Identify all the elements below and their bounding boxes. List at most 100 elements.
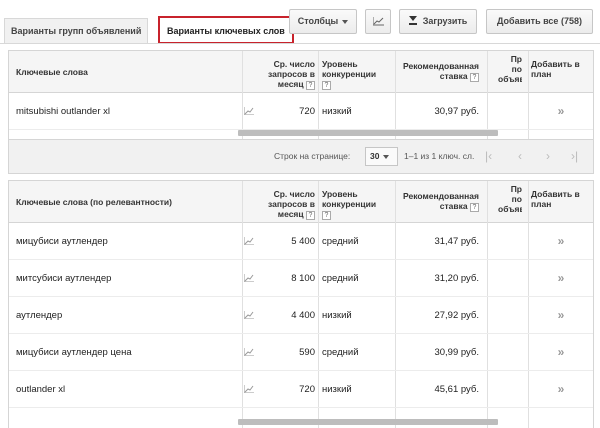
- trend-chart-icon[interactable]: [242, 223, 256, 260]
- column-header-share-line2: по: [511, 64, 522, 74]
- top-bar: Варианты групп объявлений Варианты ключе…: [0, 0, 600, 46]
- trend-chart-icon[interactable]: [242, 334, 256, 371]
- tab-ad-group-ideas[interactable]: Варианты групп объявлений: [4, 18, 149, 44]
- chevron-down-icon: [383, 154, 390, 159]
- table-row[interactable]: мицубиси аутлендер 5 400 средний 31,47 р…: [9, 223, 593, 260]
- horizontal-scrollbar[interactable]: [238, 419, 498, 425]
- column-header-add-line1: Добавить в: [531, 59, 580, 69]
- column-header-competition-line2: конкуренции: [322, 199, 377, 209]
- table-row[interactable]: mitsubishi outlander xl 720 низкий 30,97…: [9, 93, 593, 130]
- help-icon[interactable]: ?: [306, 211, 315, 220]
- pagination-range: 1–1 из 1 ключ. сл.: [404, 151, 475, 161]
- keyword-cell: outlander xl: [16, 384, 66, 395]
- table-header: Ключевые слова (по релевантности) Ср. чи…: [9, 181, 593, 226]
- horizontal-scrollbar[interactable]: [238, 130, 498, 136]
- add-all-button[interactable]: Добавить все (758): [486, 9, 593, 34]
- competition-cell: средний: [322, 347, 359, 358]
- volume-cell: 4 400: [291, 310, 315, 321]
- add-to-plan-button[interactable]: »: [549, 223, 573, 260]
- tab-keyword-ideas[interactable]: Варианты ключевых слов: [158, 16, 294, 44]
- table-row[interactable]: митсубиси аутлендер 8 100 средний 31,20 …: [9, 260, 593, 297]
- rows-per-page-value: 30: [370, 151, 380, 161]
- next-page-button[interactable]: ›: [546, 149, 550, 163]
- trend-chart-icon[interactable]: [242, 93, 256, 130]
- column-header-ad-impression-share[interactable]: Пр по объявле: [498, 184, 522, 226]
- column-header-bid-text: ставка: [439, 71, 468, 81]
- column-header-bid-line1: Рекомендованная: [403, 191, 479, 201]
- table-row[interactable]: мицубиси аутлендер цена 590 средний 30,9…: [9, 334, 593, 371]
- column-header-volume-line2: запросов в: [268, 199, 315, 209]
- column-header-competition-line2: конкуренции: [322, 69, 376, 79]
- column-header-competition-line1: Уровень: [322, 59, 358, 69]
- help-icon[interactable]: ?: [322, 211, 331, 220]
- keyword-cell: мицубиси аутлендер: [16, 236, 108, 247]
- competition-cell: низкий: [322, 106, 352, 117]
- help-icon[interactable]: ?: [470, 73, 479, 82]
- column-header-volume-text: месяц: [277, 79, 304, 89]
- competition-cell: средний: [322, 273, 359, 284]
- tab-divider: [0, 43, 600, 44]
- column-header-add-line2: план: [531, 69, 552, 79]
- keyword-cell: митсубиси аутлендер: [16, 273, 112, 284]
- trend-chart-icon: [372, 17, 384, 26]
- add-to-plan-button[interactable]: »: [549, 260, 573, 297]
- add-to-plan-button[interactable]: »: [549, 371, 573, 408]
- keyword-table-ideas: Ключевые слова (по релевантности) Ср. чи…: [8, 180, 594, 428]
- column-header-volume-line2: запросов в: [268, 69, 315, 79]
- last-page-button[interactable]: ›|: [571, 149, 578, 163]
- help-icon[interactable]: ?: [306, 81, 315, 90]
- download-icon: [408, 16, 417, 25]
- rows-per-page-select[interactable]: 30: [365, 147, 398, 166]
- column-header-ad-impression-share[interactable]: Пр по объявле: [498, 54, 522, 96]
- columns-button[interactable]: Столбцы: [289, 9, 357, 34]
- bid-cell: 31,20 руб.: [434, 273, 479, 284]
- bid-cell: 31,47 руб.: [434, 236, 479, 247]
- keyword-cell: mitsubishi outlander xl: [16, 106, 110, 117]
- add-to-plan-button[interactable]: »: [549, 297, 573, 334]
- column-header-share-line1: Пр: [510, 184, 522, 194]
- column-header-competition-text: конкуренции: [322, 69, 377, 79]
- rows-per-page-label: Строк на странице:: [274, 151, 351, 161]
- chevron-down-icon: [342, 19, 349, 24]
- column-header-add-line2: план: [531, 199, 552, 209]
- volume-cell: 720: [299, 106, 315, 117]
- bid-cell: 45,61 руб.: [434, 384, 479, 395]
- help-icon[interactable]: ?: [470, 203, 479, 212]
- previous-page-button[interactable]: ‹: [518, 149, 522, 163]
- download-button[interactable]: Загрузить: [399, 9, 477, 34]
- pagination-bar: Строк на странице: 30 1–1 из 1 ключ. сл.…: [8, 140, 594, 174]
- column-header-bid-text: ставка: [439, 201, 468, 211]
- download-button-label: Загрузить: [422, 16, 468, 26]
- trend-chart-icon[interactable]: [242, 371, 256, 408]
- column-header-bid-line2: ставка ?: [397, 71, 479, 82]
- column-header-bid-line2: ставка ?: [397, 201, 479, 212]
- column-header-volume-text: месяц: [277, 209, 304, 219]
- first-page-button[interactable]: |‹: [485, 149, 492, 163]
- trend-chart-icon[interactable]: [242, 260, 256, 297]
- add-to-plan-button[interactable]: »: [549, 93, 573, 130]
- column-header-volume-line1: Ср. число: [273, 59, 315, 69]
- keyword-cell: мицубиси аутлендер цена: [16, 347, 132, 358]
- column-header-bid-line1: Рекомендованная: [403, 61, 479, 71]
- add-to-plan-button[interactable]: »: [549, 334, 573, 371]
- chart-toggle-button[interactable]: [365, 9, 391, 34]
- help-icon[interactable]: ?: [322, 81, 331, 90]
- bid-cell: 30,97 руб.: [434, 106, 479, 117]
- keyword-cell: аутлендер: [16, 310, 63, 321]
- competition-cell: средний: [322, 236, 359, 247]
- column-header-share-line2: по: [511, 194, 522, 204]
- table-header: Ключевые слова Ср. число запросов в меся…: [9, 51, 593, 96]
- column-header-competition-help: ?: [322, 209, 376, 220]
- column-header-volume-line3: месяц ?: [253, 79, 315, 90]
- competition-cell: низкий: [322, 310, 352, 321]
- table-row[interactable]: outlander xl 720 низкий 45,61 руб. »: [9, 371, 593, 408]
- trend-chart-icon[interactable]: [242, 297, 256, 334]
- column-header-add-line1: Добавить в: [531, 189, 580, 199]
- column-header-competition-help: ?: [322, 79, 376, 90]
- keyword-table-entered: Ключевые слова Ср. число запросов в меся…: [8, 50, 594, 140]
- column-header-share-line3: объявле: [498, 74, 522, 84]
- column-header-volume-line1: Ср. число: [273, 189, 315, 199]
- table-row[interactable]: аутлендер 4 400 низкий 27,92 руб. »: [9, 297, 593, 334]
- column-header-volume-line3: месяц ?: [253, 209, 315, 220]
- volume-cell: 720: [299, 384, 315, 395]
